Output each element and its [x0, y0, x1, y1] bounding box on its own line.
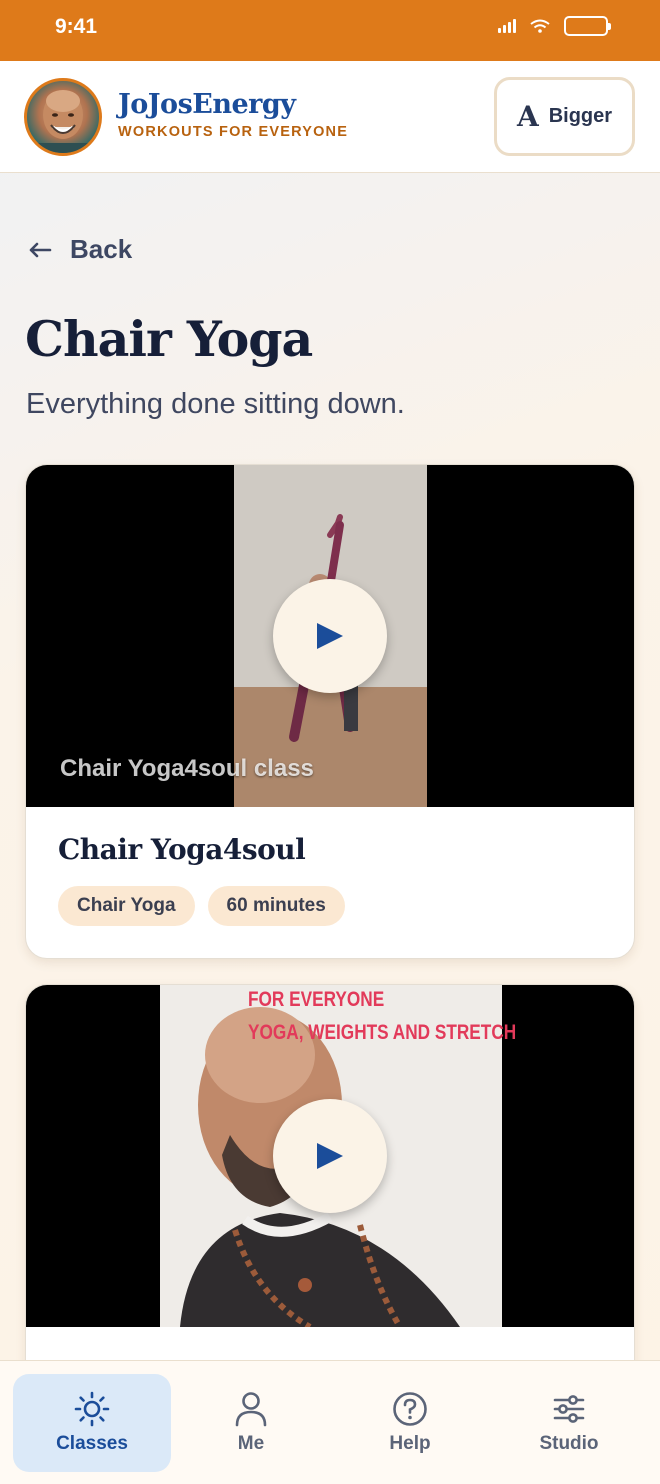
- arrow-left-icon: [29, 242, 52, 257]
- page-subtitle: Everything done sitting down.: [26, 388, 405, 420]
- brand-name: JoJosEnergy: [118, 89, 296, 120]
- class-tags: Chair Yoga 60 minutes: [58, 886, 602, 926]
- tab-label: Me: [237, 1433, 265, 1454]
- tab-studio[interactable]: Studio: [490, 1374, 648, 1472]
- person-icon: [235, 1392, 267, 1427]
- class-title: Chair Yoga4soul: [58, 833, 306, 866]
- tab-bar: Classes Me Help Studio: [0, 1360, 660, 1484]
- tab-help[interactable]: Help: [331, 1374, 489, 1472]
- tab-label: Help: [389, 1433, 431, 1454]
- avatar: [24, 78, 102, 156]
- status-bar: 9:41: [0, 0, 660, 61]
- play-icon: [317, 1143, 343, 1169]
- wifi-icon: [530, 19, 550, 33]
- status-time: 9:41: [55, 15, 98, 38]
- category-tag: Chair Yoga: [58, 886, 195, 926]
- sliders-icon: [553, 1395, 585, 1423]
- tab-label: Classes: [56, 1433, 128, 1454]
- brand-tagline: WORKOUTS FOR EVERYONE: [118, 124, 349, 140]
- tab-me[interactable]: Me: [172, 1374, 330, 1472]
- tab-label: Studio: [539, 1433, 599, 1454]
- class-card[interactable]: Chair Yoga4soul class Chair Yoga4soul Ch…: [25, 464, 635, 959]
- tab-classes[interactable]: Classes: [13, 1374, 171, 1472]
- play-icon: [317, 623, 343, 649]
- back-label: Back: [70, 234, 133, 264]
- text-size-bigger-button[interactable]: A Bigger: [494, 77, 635, 156]
- signal-icon: [498, 19, 516, 33]
- class-card[interactable]: FOR EVERYONE YOGA, WEIGHTS AND STRETCH: [25, 984, 635, 1404]
- thumbnail-caption-line: YOGA, WEIGHTS AND STRETCH: [248, 1021, 517, 1044]
- text-size-icon: A: [516, 100, 539, 133]
- battery-icon: [564, 16, 611, 36]
- thumbnail-caption-line: FOR EVERYONE: [248, 988, 385, 1011]
- app-header: JoJosEnergy WORKOUTS FOR EVERYONE A Bigg…: [0, 61, 660, 173]
- duration-tag: 60 minutes: [207, 886, 345, 926]
- video-thumbnail[interactable]: Chair Yoga4soul class: [26, 465, 634, 807]
- video-thumbnail[interactable]: FOR EVERYONE YOGA, WEIGHTS AND STRETCH: [26, 985, 634, 1327]
- status-icons: [498, 16, 611, 36]
- page-title: Chair Yoga: [25, 310, 313, 368]
- back-button[interactable]: Back: [28, 234, 132, 265]
- card-body: Chair Yoga4soul Chair Yoga 60 minutes: [26, 807, 634, 926]
- play-button[interactable]: [273, 579, 387, 693]
- help-circle-icon: [393, 1392, 427, 1426]
- play-button[interactable]: [273, 1099, 387, 1213]
- thumbnail-caption: Chair Yoga4soul class: [60, 755, 314, 782]
- bigger-label: Bigger: [548, 105, 613, 127]
- avatar-face-image: [27, 90, 99, 153]
- sun-icon: [74, 1391, 110, 1427]
